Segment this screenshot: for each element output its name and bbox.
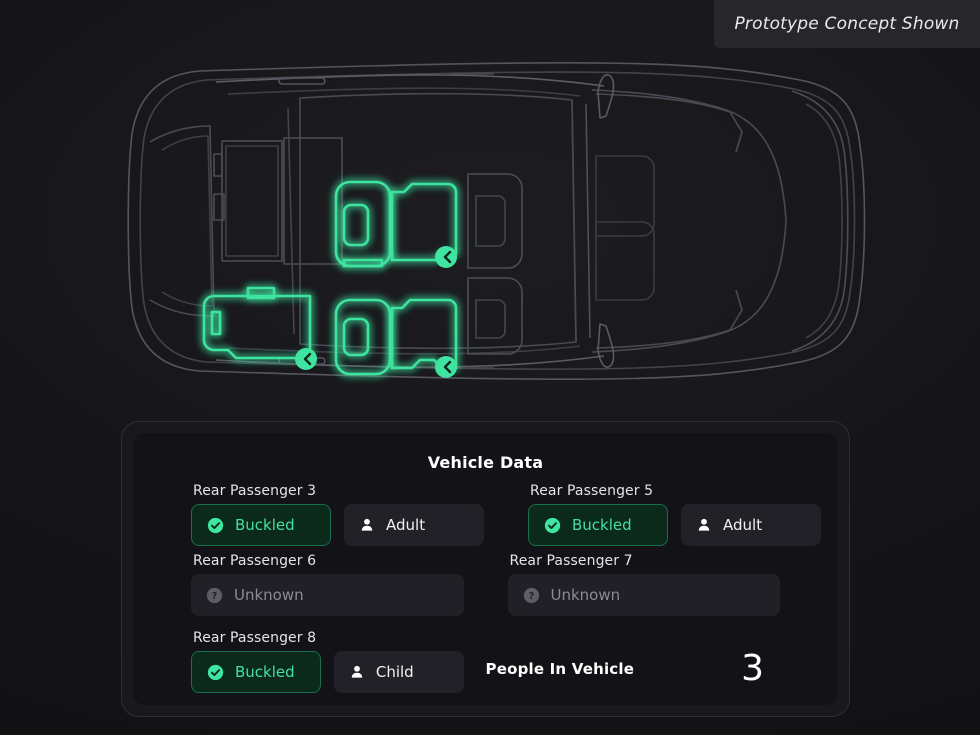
- passenger-label: Rear Passenger 7: [509, 553, 633, 569]
- seatbelt-badge-rear-passenger-3: [435, 246, 457, 268]
- belt-status-label: Buckled: [235, 663, 295, 681]
- vehicle-diagram: [0, 46, 980, 396]
- belt-status-label: Buckled: [572, 516, 632, 534]
- passenger-label: Rear Passenger 3: [193, 483, 317, 499]
- passenger-row-2: Rear Passenger 6 ? Unknown Rear Passenge…: [191, 546, 780, 616]
- svg-text:?: ?: [528, 591, 533, 602]
- passenger-cell-rear-passenger-5: Rear Passenger 5 Buckled Adult: [528, 476, 821, 546]
- belt-status-chip[interactable]: Buckled: [528, 504, 668, 546]
- vehicle-data-panel: Vehicle Data Rear Passenger 3 Buckled Ad…: [121, 421, 850, 717]
- belt-status-label: Buckled: [235, 516, 295, 534]
- svg-text:?: ?: [212, 591, 217, 602]
- belt-status-chip[interactable]: ? Unknown: [191, 574, 464, 616]
- belt-status-label: Unknown: [550, 586, 621, 604]
- passenger-cell-rear-passenger-6: Rear Passenger 6 ? Unknown: [191, 546, 464, 616]
- passenger-cell-rear-passenger-3: Rear Passenger 3 Buckled Adult: [191, 476, 484, 546]
- person-icon: [361, 518, 373, 531]
- panel-title: Vehicle Data: [427, 453, 544, 472]
- passenger-row-1: Rear Passenger 3 Buckled Adult Rear Pass…: [191, 476, 821, 546]
- people-in-vehicle: People In Vehicle 3: [464, 651, 781, 693]
- passenger-chips: Buckled Child: [191, 651, 464, 693]
- passenger-label: Rear Passenger 5: [530, 483, 654, 499]
- belt-status-chip[interactable]: Buckled: [191, 504, 331, 546]
- belt-status-chip[interactable]: ? Unknown: [507, 574, 780, 616]
- occupant-type-chip[interactable]: Adult: [681, 504, 821, 546]
- check-circle-icon: [207, 517, 224, 533]
- passenger-cell-rear-passenger-7: Rear Passenger 7 ? Unknown: [507, 546, 780, 616]
- passenger-label: Rear Passenger 8: [193, 630, 317, 646]
- occupant-type-label: Adult: [386, 516, 426, 534]
- occupant-type-chip[interactable]: Adult: [344, 504, 484, 546]
- person-icon: [351, 665, 363, 678]
- passenger-label: Rear Passenger 6: [193, 553, 317, 569]
- question-circle-icon: ?: [206, 587, 223, 603]
- passenger-row-3: Rear Passenger 8 Buckled Child People In…: [191, 623, 780, 693]
- people-in-vehicle-value: 3: [741, 648, 764, 689]
- people-in-vehicle-label: People In Vehicle: [485, 660, 635, 678]
- check-circle-icon: [207, 664, 224, 680]
- passenger-cell-rear-passenger-8: Rear Passenger 8 Buckled Child: [191, 623, 464, 693]
- occupant-type-label: Child: [375, 663, 414, 681]
- seatbelt-badge-rear-passenger-5: [435, 356, 457, 378]
- seatbelt-badge-rear-passenger-8: [295, 348, 317, 370]
- car-body-outline: [127, 61, 866, 381]
- passenger-chips: Buckled Adult: [528, 504, 821, 546]
- vehicle-data-panel-inner: Vehicle Data Rear Passenger 3 Buckled Ad…: [133, 433, 838, 705]
- person-icon: [698, 518, 710, 531]
- question-circle-icon: ?: [523, 587, 539, 603]
- prototype-concept-badge: Prototype Concept Shown: [714, 0, 980, 48]
- belt-status-chip[interactable]: Buckled: [191, 651, 321, 693]
- check-circle-icon: [544, 517, 561, 533]
- app-background: Prototype Concept Shown Vehicle Data Rea…: [0, 0, 980, 735]
- prototype-concept-label: Prototype Concept Shown: [734, 14, 960, 34]
- occupant-type-chip[interactable]: Child: [333, 651, 464, 693]
- belt-status-label: Unknown: [234, 586, 304, 604]
- occupant-type-label: Adult: [723, 516, 763, 534]
- passenger-chips: Buckled Adult: [191, 504, 484, 546]
